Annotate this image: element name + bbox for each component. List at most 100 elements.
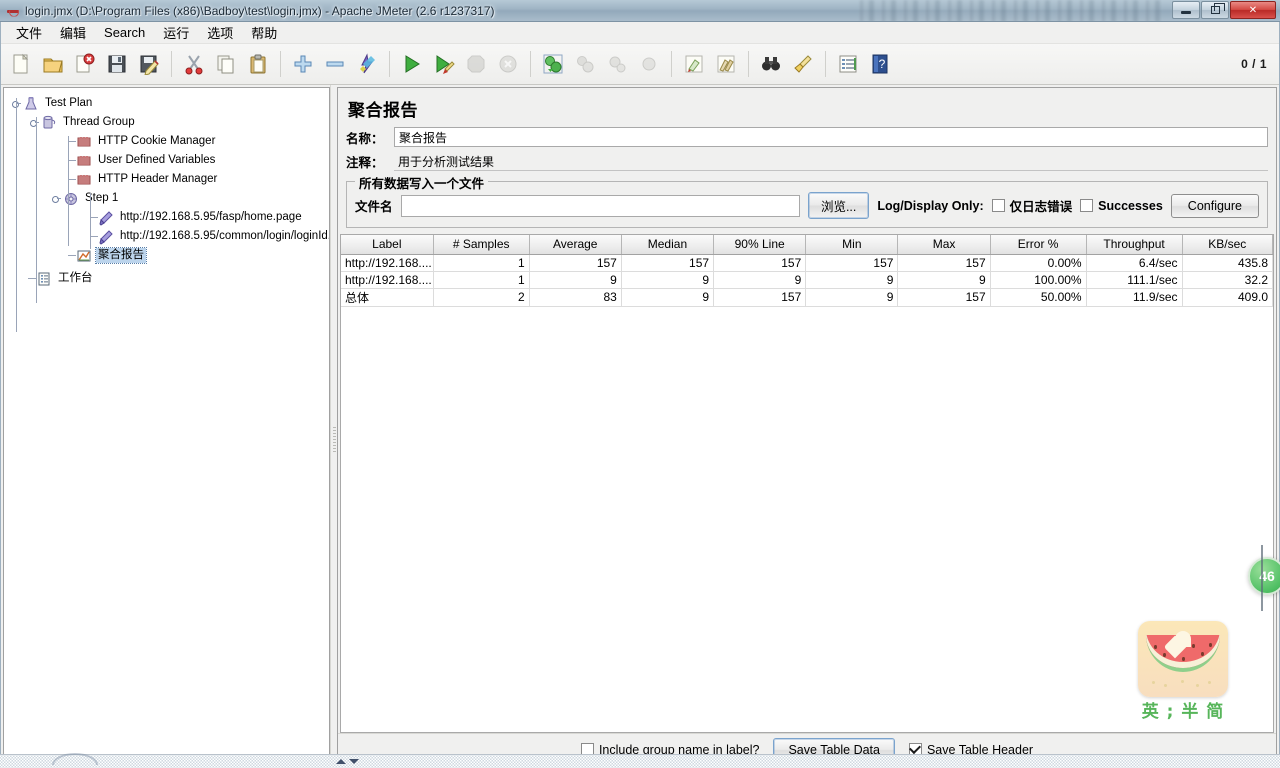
table-row[interactable]: http://192.168.... 1 9 9 9 9 9 100.00% 1… (341, 271, 1273, 289)
table-row[interactable]: http://192.168.... 1 157 157 157 157 157… (341, 254, 1273, 272)
menu-edit[interactable]: 编辑 (51, 20, 95, 45)
cell-error-pct: 100.00% (990, 271, 1087, 289)
tree-label: Step 1 (85, 192, 119, 204)
browse-button[interactable]: 浏览... (807, 192, 870, 219)
cell-kbsec: 32.2 (1182, 271, 1273, 289)
close-button[interactable]: ✕ (1230, 1, 1276, 19)
table-row[interactable]: 总体 2 83 9 157 9 157 50.00% 11.9/sec 409.… (341, 288, 1273, 307)
scroll-up-icon[interactable] (336, 758, 346, 764)
expand-toggle-icon[interactable] (30, 118, 39, 127)
close-document-icon[interactable] (70, 49, 100, 79)
expand-plus-icon[interactable] (288, 49, 318, 79)
successes-checkbox[interactable]: Successes (1080, 199, 1163, 213)
window-title-bar[interactable]: login.jmx (D:\Program Files (x86)\Badboy… (0, 0, 1280, 22)
tree-node-http-sampler-login[interactable]: http://192.168.5.95/common/login/loginId… (8, 227, 329, 246)
tree-node-http-sampler-home[interactable]: http://192.168.5.95/fasp/home.page (8, 208, 329, 227)
checkbox-box-icon[interactable] (1080, 199, 1094, 212)
notification-badge[interactable]: 46 (1248, 545, 1280, 611)
clear-all-icon[interactable] (711, 49, 741, 79)
open-folder-icon[interactable] (38, 49, 68, 79)
expand-toggle-icon[interactable] (52, 194, 61, 203)
comment-input[interactable]: 用于分析测试结果 (394, 152, 1268, 171)
write-all-data-group: 所有数据写入一个文件 文件名 浏览... Log/Display Only: 仅… (346, 173, 1268, 228)
column-header-label[interactable]: Label (341, 235, 434, 255)
tree-connector (16, 98, 17, 332)
new-icon[interactable] (6, 49, 36, 79)
search-binoculars-icon[interactable] (756, 49, 786, 79)
workbench-icon (38, 272, 50, 285)
function-helper-icon[interactable] (833, 49, 863, 79)
column-header-kbsec[interactable]: KB/sec (1182, 235, 1273, 255)
tree-label: HTTP Cookie Manager (98, 135, 216, 147)
name-input[interactable]: 聚合报告 (394, 127, 1268, 147)
log-display-only-label: Log/Display Only: (877, 198, 984, 213)
cell-error-pct: 0.00% (990, 254, 1087, 272)
tree-connector (90, 193, 91, 249)
column-header-90-line[interactable]: 90% Line (713, 235, 807, 255)
tree-node-workbench[interactable]: 工作台 (8, 269, 329, 288)
shutdown-icon[interactable] (493, 49, 523, 79)
toggle-icon[interactable] (352, 49, 382, 79)
paste-clipboard-icon[interactable] (243, 49, 273, 79)
tree-node-aggregate-report[interactable]: 聚合报告 (8, 246, 329, 265)
tree-node-thread-group[interactable]: Thread Group (8, 113, 329, 132)
tree-node-http-cookie-manager[interactable]: HTTP Cookie Manager (8, 132, 329, 151)
column-header-throughput[interactable]: Throughput (1086, 235, 1183, 255)
split-divider[interactable] (330, 85, 337, 768)
cell-max: 157 (897, 288, 991, 307)
remote-stop-all-icon[interactable] (570, 49, 600, 79)
start-no-pause-icon[interactable] (429, 49, 459, 79)
aggregate-results-table-container[interactable]: Label # Samples Average Median 90% Line … (340, 234, 1274, 733)
tree-connector (84, 227, 98, 246)
stop-icon[interactable] (461, 49, 491, 79)
column-header-error-pct[interactable]: Error % (990, 235, 1087, 255)
tree-node-user-defined-variables[interactable]: User Defined Variables (8, 151, 329, 170)
tree-node-http-header-manager[interactable]: HTTP Header Manager (8, 170, 329, 189)
toolbar-separator (530, 51, 531, 77)
cut-scissors-icon[interactable] (179, 49, 209, 79)
remote-start-all-icon[interactable] (538, 49, 568, 79)
checkbox-box-icon[interactable] (991, 199, 1005, 212)
configure-button[interactable]: Configure (1170, 193, 1259, 218)
column-header-average[interactable]: Average (529, 235, 622, 255)
column-header-median[interactable]: Median (621, 235, 715, 255)
help-icon[interactable]: ? (865, 49, 895, 79)
tree-label: 聚合报告 (95, 247, 147, 264)
copy-icon[interactable] (211, 49, 241, 79)
cell-90-line: 9 (713, 271, 807, 289)
test-plan-tree-panel[interactable]: Test Plan Thread Group HTTP Cookie Manag… (3, 87, 330, 766)
clear-icon[interactable] (679, 49, 709, 79)
column-header-max[interactable]: Max (897, 235, 991, 255)
successes-label: Successes (1098, 198, 1163, 213)
menu-file[interactable]: 文件 (7, 20, 51, 45)
tree-node-step-1[interactable]: Step 1 (8, 189, 329, 208)
remote-shutdown-all-icon[interactable] (602, 49, 632, 79)
tree-label: HTTP Header Manager (98, 173, 218, 185)
reset-search-broom-icon[interactable] (788, 49, 818, 79)
cell-90-line: 157 (713, 288, 807, 307)
filename-input[interactable] (400, 194, 800, 217)
tree-connector (62, 170, 76, 189)
scroll-down-icon[interactable] (349, 758, 359, 764)
start-play-icon[interactable] (397, 49, 427, 79)
save-as-icon[interactable] (134, 49, 164, 79)
restore-button[interactable] (1201, 1, 1229, 19)
menu-help[interactable]: 帮助 (242, 20, 286, 45)
save-icon[interactable] (102, 49, 132, 79)
aggregate-report-panel: 聚合报告 名称： 聚合报告 注释： 用于分析测试结果 所有数据写入一个文件 文件… (337, 87, 1277, 766)
column-header-min[interactable]: Min (805, 235, 899, 255)
menu-run[interactable]: 运行 (154, 20, 198, 45)
collapse-minus-icon[interactable] (320, 49, 350, 79)
tree-label: Test Plan (45, 97, 93, 109)
menu-search[interactable]: Search (95, 22, 154, 43)
remote-exit-all-icon[interactable] (634, 49, 664, 79)
desktop-status-strip (0, 754, 1280, 768)
scroll-arrows[interactable] (336, 756, 362, 766)
column-header-samples[interactable]: # Samples (433, 235, 530, 255)
toolbar-group-clear (678, 49, 742, 79)
cell-kbsec: 409.0 (1182, 288, 1273, 307)
errors-only-checkbox[interactable]: 仅日志错误 (991, 196, 1072, 215)
menu-options[interactable]: 选项 (198, 20, 242, 45)
minimize-button[interactable] (1172, 1, 1200, 19)
tree-node-test-plan[interactable]: Test Plan (8, 94, 329, 113)
